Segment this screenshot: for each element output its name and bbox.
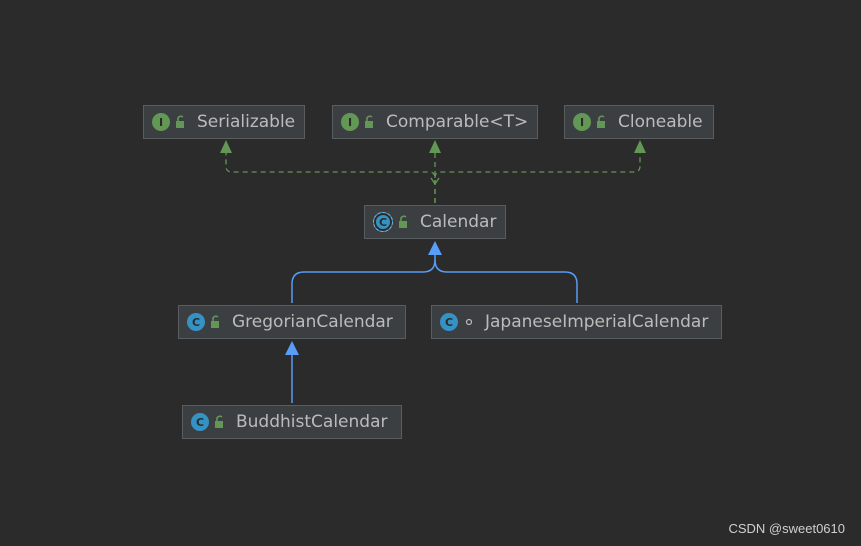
public-lock-icon — [364, 115, 376, 129]
arrowhead-calendar — [428, 241, 442, 255]
edge-calendar-cloneable — [434, 152, 641, 179]
node-label: BuddhistCalendar — [236, 412, 388, 432]
node-japanese-imperial-calendar[interactable]: C JapaneseImperialCalendar — [431, 305, 722, 339]
arrowhead-cloneable — [634, 140, 646, 153]
class-icon: C — [440, 313, 458, 331]
node-label: JapaneseImperialCalendar — [485, 312, 709, 332]
node-label: GregorianCalendar — [232, 312, 393, 332]
node-label: Comparable<T> — [386, 112, 529, 132]
public-lock-icon — [214, 415, 226, 429]
node-cloneable[interactable]: I Cloneable — [564, 105, 714, 139]
interface-icon: I — [341, 113, 359, 131]
arrowhead-comparable — [429, 140, 441, 153]
node-buddhist-calendar[interactable]: C BuddhistCalendar — [182, 405, 402, 439]
public-lock-icon — [175, 115, 187, 129]
edge-calendar-serializable — [225, 152, 436, 203]
node-comparable[interactable]: I Comparable<T> — [332, 105, 538, 139]
edge-gregorian-calendar — [291, 254, 436, 303]
node-gregorian-calendar[interactable]: C GregorianCalendar — [178, 305, 406, 339]
watermark: CSDN @sweet0610 — [728, 521, 845, 536]
node-label: Serializable — [197, 112, 296, 132]
node-serializable[interactable]: I Serializable — [143, 105, 305, 139]
interface-icon: I — [573, 113, 591, 131]
arrowhead-gregorian — [285, 341, 299, 355]
node-label: Calendar — [420, 212, 497, 232]
class-diagram: I Serializable I Comparable<T> I Cloneab… — [0, 0, 861, 546]
abstract-class-icon: C — [373, 212, 393, 232]
node-calendar[interactable]: C Calendar — [364, 205, 506, 239]
class-icon: C — [187, 313, 205, 331]
edge-japanese-calendar — [434, 259, 578, 303]
arrowhead-serializable — [220, 140, 232, 153]
public-lock-icon — [398, 215, 410, 229]
node-label: Cloneable — [618, 112, 703, 132]
public-lock-icon — [210, 315, 222, 329]
edge-layer — [220, 140, 646, 403]
package-private-dot-icon — [463, 315, 475, 329]
class-icon: C — [191, 413, 209, 431]
interface-icon: I — [152, 113, 170, 131]
public-lock-icon — [596, 115, 608, 129]
